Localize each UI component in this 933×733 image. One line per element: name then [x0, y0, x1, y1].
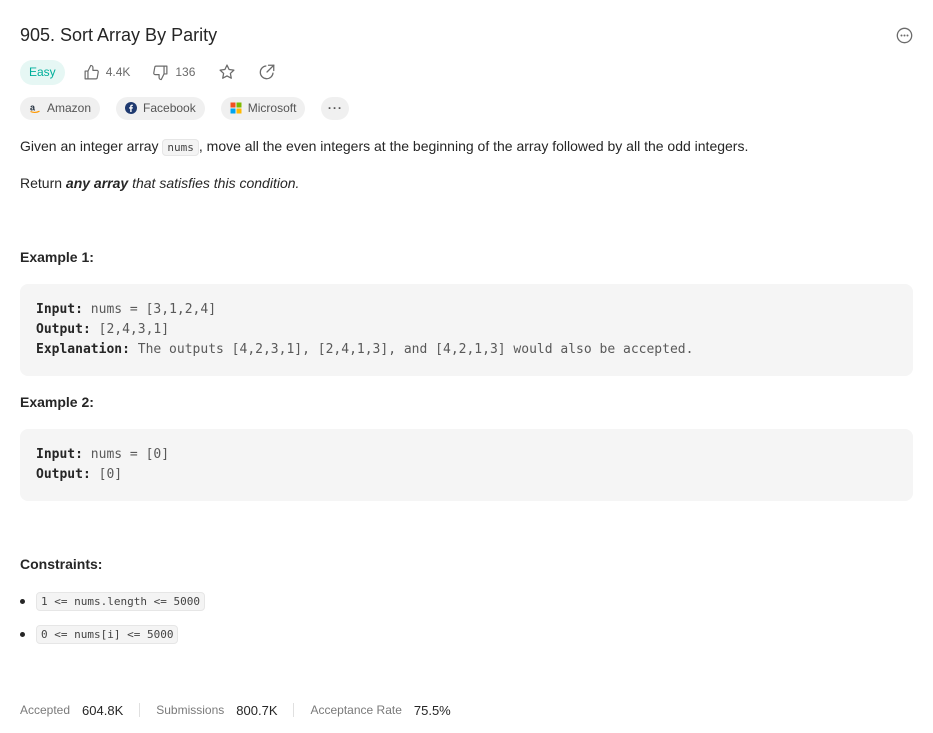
meta-row: Easy 4.4K 136	[20, 59, 297, 85]
amazon-icon: a	[29, 102, 41, 114]
more-options-icon[interactable]	[895, 26, 913, 44]
constraints-list: 1 <= nums.length <= 5000 0 <= nums[i] <=…	[20, 592, 205, 658]
facebook-icon	[125, 102, 138, 114]
text: that satisfies this condition.	[128, 175, 300, 191]
text: Return	[20, 175, 66, 191]
submission-stats: Accepted 604.8K Submissions 800.7K Accep…	[20, 700, 451, 720]
input-value: nums = [0]	[90, 447, 170, 462]
tag-facebook[interactable]: Facebook	[116, 96, 205, 120]
constraint-code: 1 <= nums.length <= 5000	[36, 592, 205, 611]
example-1-heading: Example 1:	[20, 249, 94, 265]
microsoft-icon	[230, 102, 242, 114]
divider	[139, 703, 141, 717]
share-icon[interactable]	[257, 62, 277, 82]
tag-label: Microsoft	[247, 101, 297, 115]
like-button[interactable]: 4.4K	[83, 64, 131, 81]
favorite-star-icon[interactable]	[217, 62, 237, 82]
dislike-button[interactable]: 136	[152, 64, 195, 81]
accepted-value: 604.8K	[82, 702, 124, 718]
example-1-block: Input: nums = [3,1,2,4] Output: [2,4,3,1…	[20, 284, 913, 376]
explanation-value: The outputs [4,2,3,1], [2,4,1,3], and [4…	[137, 342, 694, 357]
svg-text:a: a	[30, 103, 36, 113]
text: Given an integer array	[20, 138, 163, 154]
description-paragraph-2: Return any array that satisfies this con…	[20, 173, 299, 193]
output-label: Output:	[36, 467, 91, 482]
difficulty-badge: Easy	[20, 59, 65, 85]
likes-count: 4.4K	[105, 65, 131, 79]
example-explanation-line: Explanation: The outputs [4,2,3,1], [2,4…	[36, 340, 897, 360]
list-item: 1 <= nums.length <= 5000	[20, 592, 205, 625]
input-label: Input:	[36, 447, 83, 462]
divider	[293, 703, 295, 717]
tag-label: Amazon	[47, 101, 92, 115]
example-output-line: Output: [0]	[36, 465, 897, 485]
constraints-heading: Constraints:	[20, 556, 103, 572]
example-input-line: Input: nums = [0]	[36, 445, 897, 465]
output-value: [2,4,3,1]	[98, 322, 170, 337]
text: , move all the even integers at the begi…	[198, 138, 749, 154]
input-value: nums = [3,1,2,4]	[90, 302, 217, 317]
example-2-heading: Example 2:	[20, 394, 94, 410]
example-input-line: Input: nums = [3,1,2,4]	[36, 300, 897, 320]
problem-title: 905. Sort Array By Parity	[20, 24, 218, 45]
list-item: 0 <= nums[i] <= 5000	[20, 625, 205, 658]
acceptance-rate-value: 75.5%	[413, 702, 451, 718]
acceptance-rate-label: Acceptance Rate	[310, 703, 402, 717]
submissions-value: 800.7K	[236, 702, 278, 718]
description-paragraph-1: Given an integer array nums, move all th…	[20, 136, 748, 158]
title-row: 905. Sort Array By Parity	[20, 22, 913, 48]
thumbs-up-icon	[84, 64, 99, 79]
example-2-block: Input: nums = [0] Output: [0]	[20, 429, 913, 501]
tag-label: Facebook	[143, 101, 196, 115]
more-tags-button[interactable]: ···	[321, 96, 350, 120]
explanation-label: Explanation:	[36, 342, 130, 357]
output-value: [0]	[98, 467, 123, 482]
tag-amazon[interactable]: a Amazon	[20, 96, 101, 120]
company-tags: a Amazon Facebook Microsoft ···	[20, 96, 365, 120]
constraint-code: 0 <= nums[i] <= 5000	[36, 625, 179, 644]
tag-microsoft[interactable]: Microsoft	[220, 96, 306, 120]
accepted-label: Accepted	[20, 703, 71, 717]
inline-code-nums: nums	[162, 139, 199, 156]
submissions-label: Submissions	[156, 703, 225, 717]
dislikes-count: 136	[175, 65, 196, 79]
output-label: Output:	[36, 322, 91, 337]
example-output-line: Output: [2,4,3,1]	[36, 320, 897, 340]
input-label: Input:	[36, 302, 83, 317]
emphasis-any-array: any array	[65, 175, 129, 191]
thumbs-down-icon	[153, 65, 168, 80]
